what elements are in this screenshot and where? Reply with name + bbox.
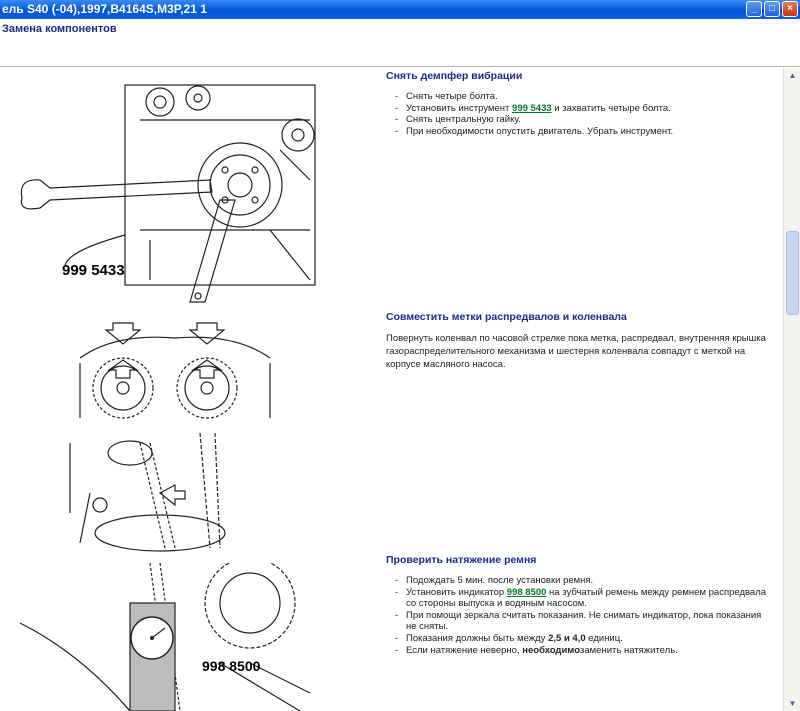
tool-link-999-5433[interactable]: 999 5433 — [512, 103, 552, 114]
close-button[interactable]: × — [782, 1, 798, 17]
list-item-text: Если натяжение неверно, — [406, 644, 523, 656]
section-tension: Проверить натяжение ремня Подождать 5 ми… — [386, 554, 770, 656]
list-item-text: Установить индикатор — [406, 586, 507, 598]
figure-camshaft-marks — [79, 322, 271, 419]
tool-label-999-5433: 999 5433 — [62, 262, 125, 279]
list-item-text: единиц. — [585, 632, 623, 644]
emphasis-text: необходимо — [522, 644, 581, 656]
page-header: Замена компонентов — [0, 19, 800, 67]
list-item-text: и захватить четыре болта. — [551, 102, 671, 114]
scroll-up-icon[interactable]: ▲ — [786, 69, 799, 82]
window-title: ель S40 (-04),1997,B4164S,M3P,21 1 — [2, 2, 207, 16]
vertical-scrollbar[interactable]: ▲ ▼ — [783, 68, 800, 711]
minimize-button[interactable]: _ — [746, 1, 762, 17]
section-damper: Снять демпфер вибрации Снять четыре болт… — [386, 70, 770, 137]
list-item-text: Показания должны быть между — [406, 632, 549, 644]
tension-steps: Подождать 5 мин. после установки ремня. … — [386, 575, 770, 656]
scroll-thumb[interactable] — [786, 231, 799, 315]
scroll-down-icon[interactable]: ▼ — [786, 697, 799, 710]
tool-link-998-8500[interactable]: 998 8500 — [507, 587, 547, 598]
window-controls: _ □ × — [746, 1, 798, 17]
maximize-button[interactable]: □ — [764, 1, 780, 17]
list-item: Показания должны быть между 2,5 и 4,0 ед… — [386, 633, 770, 645]
figure-crankshaft-mark — [69, 433, 226, 552]
value-min: 2,5 — [548, 632, 562, 644]
figure-belt-tension: 998 8500 — [20, 563, 311, 711]
list-item: Подождать 5 мин. после установки ремня. — [386, 575, 770, 587]
list-item: Если натяжение неверно, необходимозамени… — [386, 645, 770, 657]
value-max: и 4,0 — [563, 632, 586, 644]
window-titlebar[interactable]: ель S40 (-04),1997,B4164S,M3P,21 1 _ □ × — [0, 0, 800, 19]
section-title-tension: Проверить натяжение ремня — [386, 554, 537, 566]
tool-label-998-8500: 998 8500 — [202, 658, 261, 674]
section-paragraph-marks: Повернуть коленвал по часовой стрелке по… — [386, 333, 766, 370]
damper-steps: Снять четыре болта. Установить инструмен… — [386, 91, 770, 137]
list-item-text: Установить инструмент — [406, 102, 513, 114]
section-title-damper: Снять демпфер вибрации — [386, 70, 523, 82]
list-item: Снять центральную гайку. — [386, 114, 770, 126]
section-title-marks: Совместить метки распредвалов и коленвал… — [386, 311, 627, 323]
figure-damper-removal: 999 5433 — [20, 84, 316, 303]
section-marks: Совместить метки распредвалов и коленвал… — [386, 311, 770, 371]
content-area: 999 5433 998 8500 Снять демпфер вибрации… — [0, 68, 780, 711]
list-item: Установить индикатор 998 8500 на зубчаты… — [386, 587, 770, 610]
list-item: Снять четыре болта. — [386, 91, 770, 103]
list-item-text: заменить натяжитель. — [580, 644, 678, 656]
list-item: Установить инструмент 999 5433 и захвати… — [386, 103, 770, 115]
page-title: Замена компонентов — [2, 23, 117, 35]
list-item: При помощи зеркала считать показания. Не… — [386, 610, 770, 633]
list-item: При необходимости опустить двигатель. Уб… — [386, 126, 770, 138]
